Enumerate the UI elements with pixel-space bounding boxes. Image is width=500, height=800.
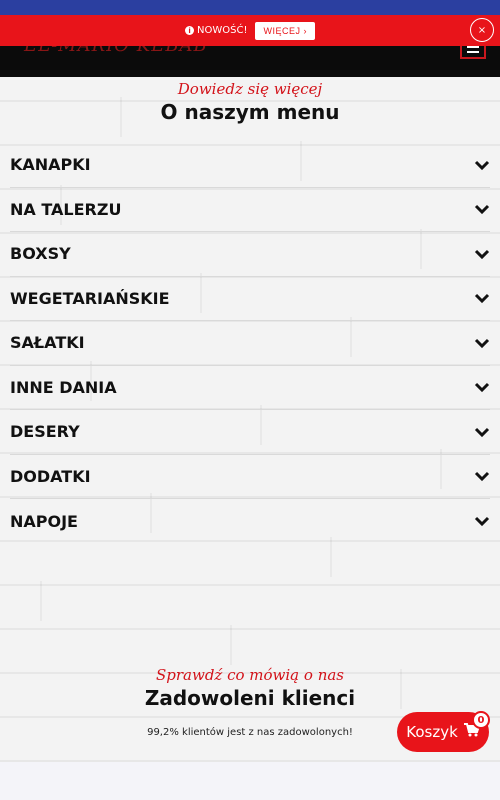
close-icon[interactable]: ×: [470, 18, 494, 42]
more-button[interactable]: WIĘCEJ ›: [255, 21, 315, 40]
menu-item-salatki[interactable]: SAŁATKI: [10, 321, 490, 366]
cart-button[interactable]: Koszyk 0: [397, 711, 490, 752]
menu-item-label: DESERY: [10, 422, 80, 442]
menu-item-label: WEGETARIAŃSKIE: [10, 288, 170, 308]
menu-item-inne-dania[interactable]: INNE DANIA: [10, 366, 490, 410]
info-icon: i: [185, 26, 195, 35]
chevron-down-icon: [474, 246, 490, 262]
hamburger-icon-line: [467, 51, 479, 53]
chevron-down-icon: [474, 201, 490, 217]
chevron-down-icon: [474, 290, 490, 306]
menu-item-label: SAŁATKI: [10, 333, 85, 353]
menu-item-desery[interactable]: DESERY: [10, 410, 490, 455]
menu-item-label: DODATKI: [10, 466, 91, 486]
menu-item-na-talerzu[interactable]: NA TALERZU: [10, 188, 490, 232]
footer-band: [0, 762, 500, 800]
menu-item-napoje[interactable]: NAPOJE: [10, 499, 490, 544]
cart-label: Koszyk: [406, 723, 458, 741]
menu-script-title: Dowiedz się więcej: [177, 80, 323, 98]
menu-item-boxsy[interactable]: BOXSY: [10, 232, 490, 277]
menu-item-label: BOXSY: [10, 244, 71, 264]
menu-item-kanapki[interactable]: KANAPKI: [10, 143, 490, 188]
chevron-down-icon: [474, 513, 490, 529]
reviews-section-title: Zadowoleni klienci: [144, 686, 356, 710]
chevron-down-icon: [474, 157, 490, 173]
reviews-script-title: Sprawdź co mówią o nas: [155, 666, 344, 684]
cart-count-badge: 0: [472, 711, 490, 729]
menu-accordion: KANAPKI NA TALERZU BOXSY WEGETARIAŃSKIE …: [10, 143, 490, 544]
menu-item-label: KANAPKI: [10, 155, 91, 175]
menu-item-dodatki[interactable]: DODATKI: [10, 455, 490, 499]
hamburger-icon-line: [467, 46, 479, 48]
menu-item-label: NA TALERZU: [10, 199, 122, 219]
menu-item-label: INNE DANIA: [10, 377, 117, 397]
menu-item-wegetarianskie[interactable]: WEGETARIAŃSKIE: [10, 277, 490, 321]
notice-text: NOWOŚĆ!: [197, 25, 248, 36]
chevron-down-icon: [474, 379, 490, 395]
notice-bar: i NOWOŚĆ! WIĘCEJ › ×: [0, 15, 500, 46]
browser-top-strip: [0, 0, 500, 15]
menu-section-title: O naszym menu: [160, 100, 340, 124]
chevron-down-icon: [474, 335, 490, 351]
notice-message: i NOWOŚĆ!: [185, 25, 247, 36]
chevron-down-icon: [474, 468, 490, 484]
chevron-down-icon: [474, 424, 490, 440]
menu-item-label: NAPOJE: [10, 511, 78, 531]
